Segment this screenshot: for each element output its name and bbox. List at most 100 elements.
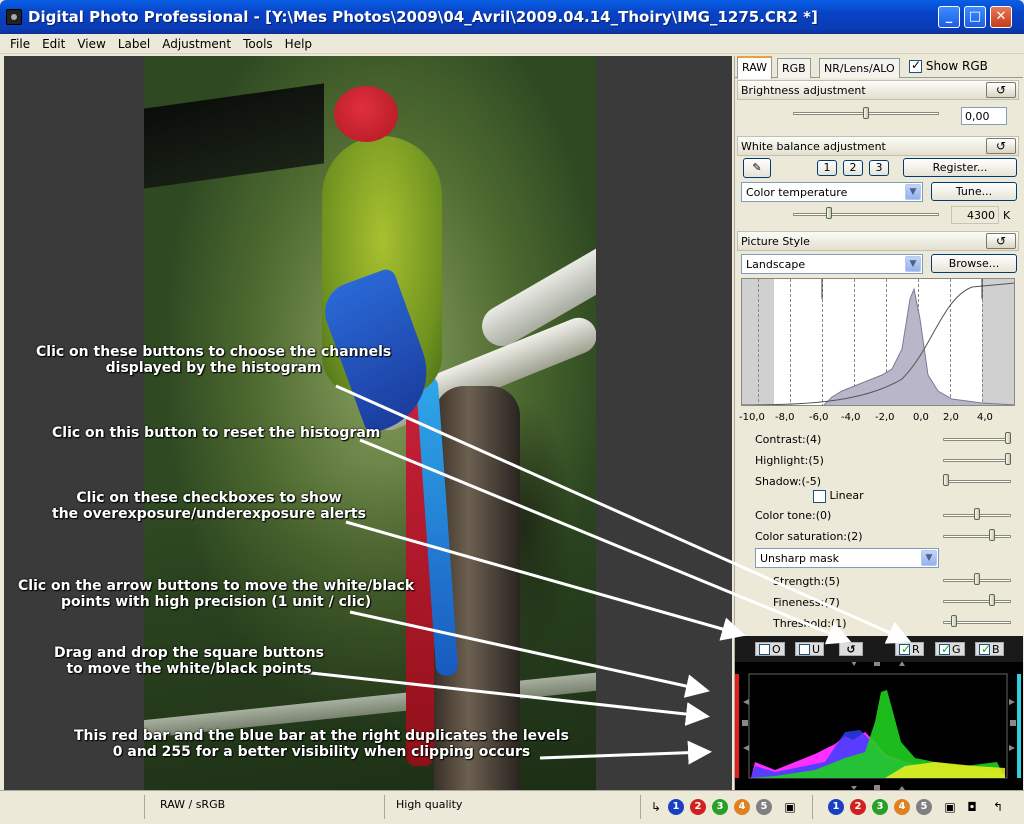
check-mark-1-icon[interactable]: 1	[828, 799, 844, 815]
left-level-arrow-top[interactable]	[743, 699, 749, 705]
tone-curve-graph[interactable]	[741, 278, 1015, 406]
save-icon[interactable]: ▣	[942, 799, 958, 815]
channel-g-checkbox[interactable]	[939, 642, 951, 656]
check-mark-3-icon[interactable]: 3	[712, 799, 728, 815]
highlight-label: Highlight:(5)	[755, 454, 824, 467]
menu-edit[interactable]: Edit	[36, 34, 71, 51]
menu-adjustment[interactable]: Adjustment	[156, 34, 237, 51]
linear-checkbox[interactable]	[813, 489, 826, 503]
color-temperature-thumb[interactable]	[826, 207, 832, 219]
histogram-reset-button[interactable]: ↺	[839, 642, 863, 656]
rgb-histogram[interactable]	[735, 661, 1023, 790]
color-temperature-slider[interactable]	[793, 213, 939, 216]
curve-axis-tick: 4,0	[977, 412, 993, 423]
channel-r-checkbox[interactable]	[899, 642, 911, 656]
tab-rgb[interactable]: RGB	[777, 58, 811, 78]
linear-toggle[interactable]: Linear	[813, 489, 864, 503]
brightness-reset-button[interactable]: ↺	[986, 82, 1016, 98]
brightness-header: Brightness adjustment ↺	[737, 80, 1019, 100]
camera-icon[interactable]: ◘	[964, 799, 980, 815]
curve-axis-tick: 0,0	[913, 412, 929, 423]
picture-style-browse-button[interactable]: Browse...	[931, 254, 1017, 273]
status-bar: RAW / sRGB High quality ↳ 1 2 3 4 5 ▣ 1 …	[0, 790, 1024, 824]
wb-preset-2-button[interactable]: 2	[843, 160, 863, 176]
brightness-slider-thumb[interactable]	[863, 107, 869, 119]
picture-style-reset-button[interactable]: ↺	[986, 233, 1016, 249]
close-button[interactable]: ✕	[990, 6, 1012, 28]
fineness-slider[interactable]	[943, 600, 1011, 603]
check-mark-2-icon[interactable]: 2	[850, 799, 866, 815]
highlight-slider[interactable]	[943, 459, 1011, 462]
channel-b-checkbox[interactable]	[979, 642, 991, 656]
show-rgb-toggle[interactable]: Show RGB	[909, 58, 988, 73]
left-level-square[interactable]	[742, 720, 748, 726]
maximize-button[interactable]: □	[964, 6, 986, 28]
strength-thumb[interactable]	[974, 573, 980, 585]
right-level-arrow-top[interactable]	[1009, 699, 1015, 705]
color-tone-thumb[interactable]	[974, 508, 980, 520]
underexposure-alert-toggle[interactable]: U	[795, 642, 825, 656]
check-mark-1-icon[interactable]: 1	[668, 799, 684, 815]
wb-preset-3-button[interactable]: 3	[869, 160, 889, 176]
menu-help[interactable]: Help	[279, 34, 318, 51]
tab-raw[interactable]: RAW	[737, 56, 772, 79]
mid-point-square[interactable]	[874, 661, 880, 666]
gamma-arrow[interactable]	[899, 661, 905, 666]
check-mark-2-icon[interactable]: 2	[690, 799, 706, 815]
show-rgb-checkbox[interactable]	[909, 58, 922, 73]
check-mark-5-icon[interactable]: 5	[756, 799, 772, 815]
channel-b-toggle[interactable]: B	[975, 642, 1004, 656]
contrast-slider[interactable]	[943, 438, 1011, 441]
check-mark-3-icon[interactable]: 3	[872, 799, 888, 815]
wb-mode-select[interactable]: Color temperature ▼	[741, 182, 923, 202]
channel-g-toggle[interactable]: G	[935, 642, 965, 656]
menu-file[interactable]: File	[0, 34, 36, 51]
wb-tune-button[interactable]: Tune...	[931, 182, 1017, 201]
wb-register-button[interactable]: Register...	[903, 158, 1017, 177]
white-balance-reset-button[interactable]: ↺	[986, 138, 1016, 154]
threshold-thumb[interactable]	[951, 615, 957, 627]
left-level-arrow-bottom[interactable]	[743, 745, 749, 751]
check-mark-4-icon[interactable]: 4	[734, 799, 750, 815]
overexposure-label: O	[772, 642, 781, 656]
annotation-alerts: Clic on these checkboxes to show the over…	[52, 490, 366, 522]
underexposure-checkbox[interactable]	[799, 643, 810, 655]
menu-label[interactable]: Label	[112, 34, 156, 51]
curve-axis-tick: -10,0	[739, 412, 765, 423]
shadow-thumb[interactable]	[943, 474, 949, 486]
right-level-square[interactable]	[1010, 720, 1016, 726]
channel-r-toggle[interactable]: R	[895, 642, 924, 656]
status-separator	[640, 795, 641, 819]
eyedropper-icon[interactable]: ✎	[743, 158, 771, 178]
check-mark-4-icon[interactable]: 4	[894, 799, 910, 815]
brightness-value[interactable]: 0,00	[961, 107, 1007, 125]
overexposure-checkbox[interactable]	[759, 643, 770, 655]
fineness-thumb[interactable]	[989, 594, 995, 606]
color-saturation-slider[interactable]	[943, 535, 1011, 538]
shadow-slider[interactable]	[943, 480, 1011, 483]
overexposure-alert-toggle[interactable]: O	[755, 642, 785, 656]
app-camera-icon[interactable]	[6, 9, 22, 25]
picture-style-select[interactable]: Landscape ▼	[741, 254, 923, 274]
contrast-label: Contrast:(4)	[755, 433, 822, 446]
curve-axis-tick: 2,0	[943, 412, 959, 423]
save-icon[interactable]: ▣	[782, 799, 798, 815]
white-point-arrow-up[interactable]	[851, 661, 857, 666]
minimize-button[interactable]: _	[938, 6, 960, 28]
apply-arrow-icon[interactable]: ↳	[648, 799, 664, 815]
right-level-arrow-bottom[interactable]	[1009, 745, 1015, 751]
check-mark-5-icon[interactable]: 5	[916, 799, 932, 815]
white-balance-title: White balance adjustment	[741, 140, 886, 153]
color-saturation-thumb[interactable]	[989, 529, 995, 541]
color-saturation-label: Color saturation:(2)	[755, 530, 863, 543]
tab-nr-lens-alo[interactable]: NR/Lens/ALO	[819, 58, 900, 78]
sharpening-select[interactable]: Unsharp mask ▼	[755, 548, 939, 568]
highlight-thumb[interactable]	[1005, 453, 1011, 465]
channel-r-label: R	[912, 642, 920, 656]
return-arrow-icon[interactable]: ↰	[990, 799, 1006, 815]
window-title: Digital Photo Professional - [Y:\Mes Pho…	[28, 8, 818, 26]
menu-tools[interactable]: Tools	[237, 34, 279, 51]
wb-preset-1-button[interactable]: 1	[817, 160, 837, 176]
menu-view[interactable]: View	[71, 34, 111, 51]
contrast-thumb[interactable]	[1005, 432, 1011, 444]
